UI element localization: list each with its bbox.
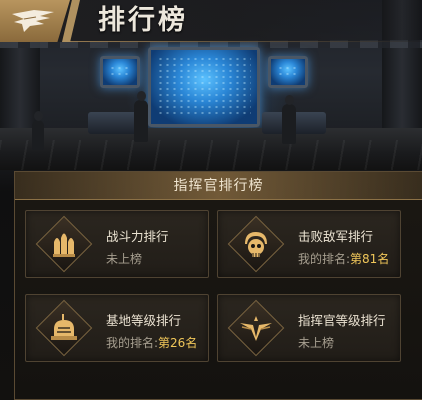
rank-value: 第81名 — [350, 252, 390, 266]
top-bar: 排行榜 — [0, 0, 422, 42]
left-monitor — [100, 56, 140, 88]
base-dome-icon — [51, 314, 77, 340]
ranking-status: 未上榜 — [298, 336, 335, 350]
ranking-card-base-level[interactable]: 基地等级排行 我的排名:第26名 — [25, 294, 209, 362]
bullets-icon — [53, 233, 75, 257]
soldier-figure — [282, 95, 296, 144]
emblem-badge — [227, 215, 285, 273]
emblem-badge — [35, 215, 93, 273]
panel-title: 指挥官排行榜 — [173, 178, 264, 194]
eagle-icon — [12, 10, 54, 32]
ranking-card-combat-power[interactable]: 战斗力排行 未上榜 — [25, 210, 209, 278]
back-button[interactable] — [0, 0, 70, 42]
panel-header: 指挥官排行榜 — [15, 172, 422, 200]
ranking-title: 战斗力排行 — [106, 229, 169, 244]
ranking-title: 基地等级排行 — [106, 313, 182, 328]
commander-leaderboard-panel: 指挥官排行榜 战斗力排行 未上榜 击败敌军排行 我的排名:第81名 基地等级排行… — [14, 171, 422, 400]
ranking-title: 击败敌军排行 — [298, 229, 374, 244]
right-monitor — [268, 56, 308, 88]
commander-wings-icon — [240, 316, 272, 341]
soldier-figure — [134, 91, 148, 142]
emblem-badge — [35, 299, 93, 357]
ranking-card-commander-level[interactable]: 指挥官等级排行 未上榜 — [217, 294, 401, 362]
main-monitor — [148, 47, 260, 127]
ranking-title: 指挥官等级排行 — [298, 313, 386, 328]
rank-value: 第26名 — [158, 336, 198, 350]
page-title: 排行榜 — [98, 5, 188, 36]
ranking-my-rank: 我的排名:第81名 — [298, 252, 390, 266]
ranking-status: 未上榜 — [106, 252, 143, 266]
soldier-figure — [32, 111, 44, 150]
ranking-card-enemies-defeated[interactable]: 击败敌军排行 我的排名:第81名 — [217, 210, 401, 278]
ranking-my-rank: 我的排名:第26名 — [106, 336, 198, 350]
skull-helmet-icon — [245, 232, 267, 257]
emblem-badge — [227, 299, 285, 357]
